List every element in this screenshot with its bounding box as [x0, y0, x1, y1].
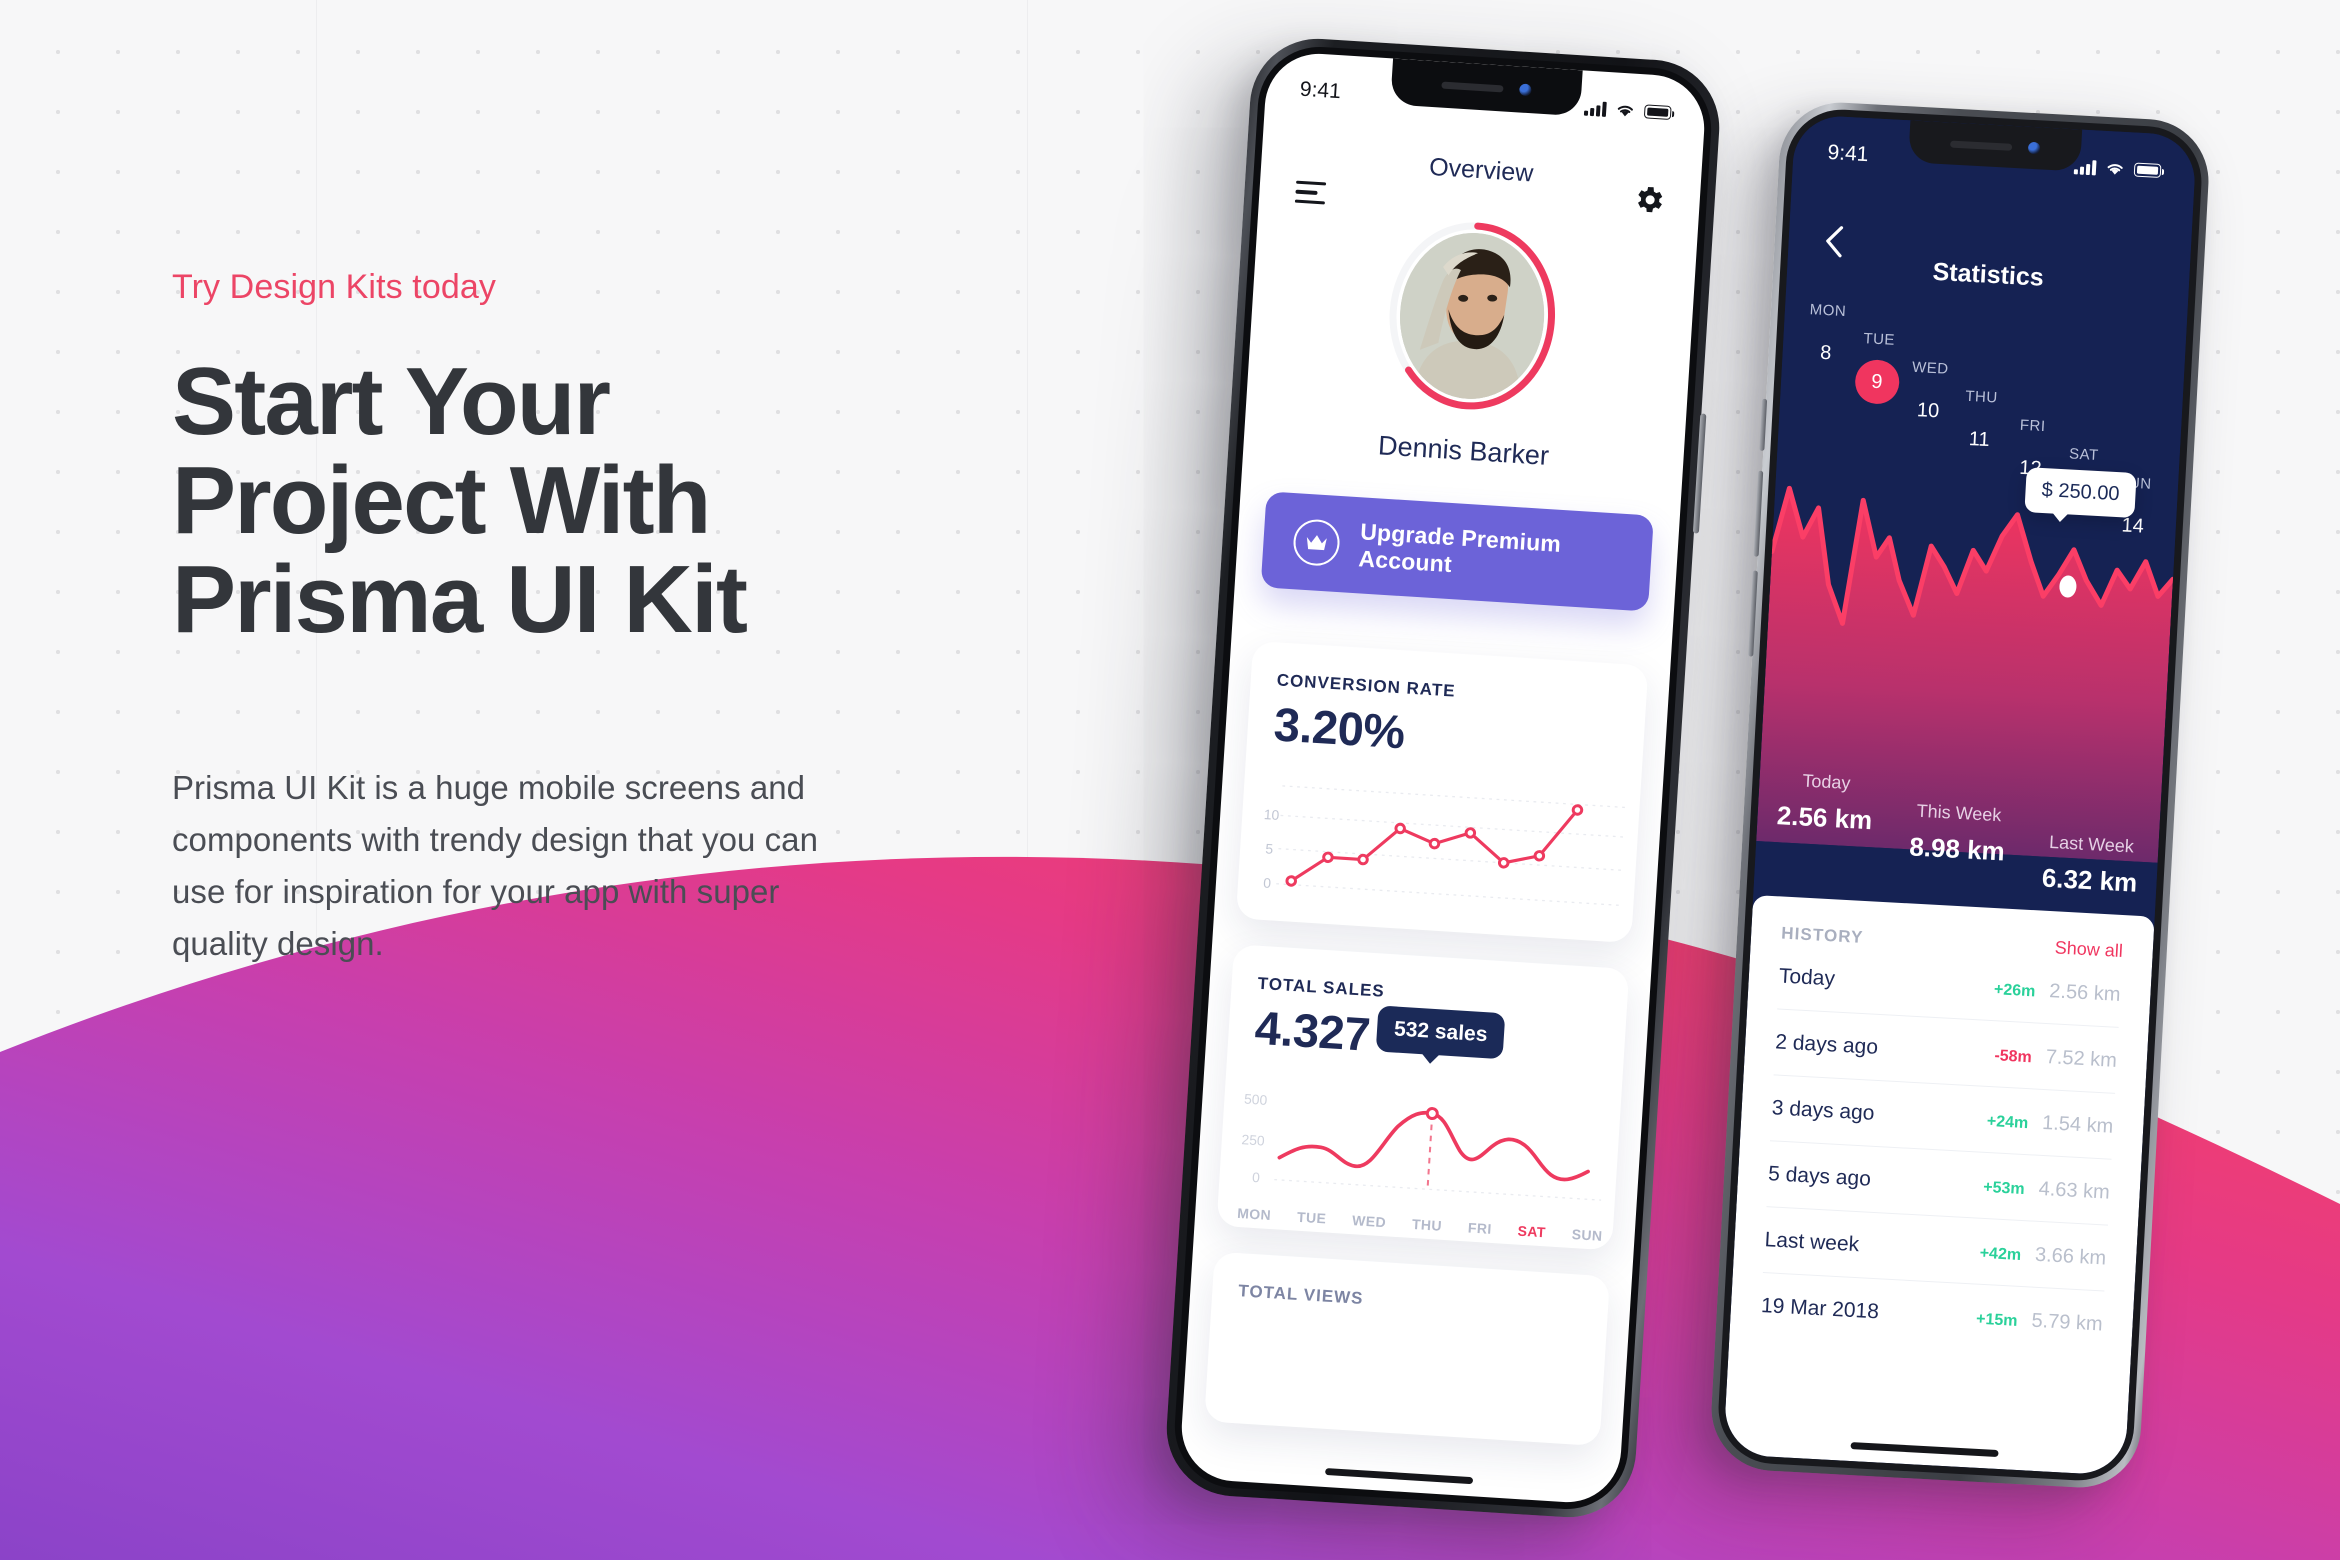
chart-tooltip-amount: $ 250.00: [2024, 467, 2137, 519]
svg-text:500: 500: [1244, 1091, 1268, 1108]
svg-text:0: 0: [1252, 1169, 1261, 1185]
front-camera: [2027, 141, 2041, 155]
history-row-delta: +42m: [1979, 1244, 2022, 1264]
total-sales-card[interactable]: TOTAL SALES 4.327 532 sales 500 250 0 MO…: [1216, 944, 1630, 1251]
cellular-signal-icon: [2073, 159, 2097, 175]
earpiece-speaker: [1441, 81, 1504, 92]
day-number: 9: [1853, 358, 1901, 406]
day-number: 10: [1916, 398, 1940, 422]
day-label: SUN: [1571, 1226, 1603, 1244]
day-of-week-label: WED: [1911, 358, 1950, 378]
summary-value: 8.98 km: [1908, 831, 2006, 867]
page-title: Start Your Project With Prisma UI Kit: [172, 348, 992, 653]
history-row-distance: 2.56 km: [2048, 979, 2122, 1006]
hero-eyebrow: Try Design Kits today: [172, 268, 496, 306]
total-views-card[interactable]: TOTAL VIEWS: [1204, 1251, 1611, 1447]
screen-title-statistics: Statistics: [1931, 257, 2045, 292]
svg-text:5: 5: [1265, 840, 1274, 856]
day-of-week-label: MON: [1809, 301, 1847, 321]
battery-icon: [1643, 104, 1672, 121]
svg-text:10: 10: [1263, 806, 1280, 823]
day-label: THU: [1411, 1215, 1443, 1234]
battery-icon: [2133, 162, 2162, 178]
day-label: TUE: [1296, 1208, 1327, 1227]
history-row-delta: +15m: [1975, 1310, 2018, 1330]
conversion-rate-card[interactable]: CONVERSION RATE 3.20% 10 5 0: [1235, 640, 1649, 944]
history-row-delta: -58m: [1994, 1046, 2033, 1066]
day-label: FRI: [1467, 1219, 1493, 1237]
headline-line-3: Prisma UI Kit: [172, 545, 748, 653]
phone-overview: 9:41 Overview Dennis Barker Upgrade Prem…: [1162, 34, 1724, 1522]
history-row-label: 2 days ago: [1774, 1030, 1879, 1059]
history-row-delta: +53m: [1982, 1178, 2026, 1198]
day-of-week-label: FRI: [2019, 416, 2046, 436]
user-name: Dennis Barker: [1377, 430, 1550, 471]
history-row-label: 3 days ago: [1771, 1096, 1876, 1125]
upgrade-premium-label: Upgrade Premium Account: [1357, 518, 1562, 578]
avatar[interactable]: [1379, 213, 1565, 420]
menu-icon[interactable]: [1294, 180, 1327, 211]
upgrade-premium-button[interactable]: Upgrade Premium Account: [1260, 491, 1654, 612]
history-row-label: Today: [1778, 964, 1836, 991]
gear-icon[interactable]: [1631, 182, 1667, 218]
show-all-link[interactable]: Show all: [2054, 937, 2123, 962]
history-row-distance: 4.63 km: [2038, 1177, 2111, 1204]
history-row-delta: +24m: [1986, 1112, 2029, 1132]
history-row-label: 19 Mar 2018: [1760, 1294, 1880, 1324]
day-label-active: SAT: [1517, 1222, 1547, 1241]
day-number: 8: [1819, 341, 1832, 364]
sales-tooltip: 532 sales: [1375, 1005, 1506, 1060]
crown-icon: [1292, 518, 1341, 567]
phone-back-screen: 9:41 Statistics MON 8 TUE 9 WED 10 THU 1…: [1723, 114, 2197, 1476]
summary-stats-row: Today 2.56 km This Week 8.98 km Last Wee…: [1754, 768, 2162, 910]
day-label: WED: [1351, 1212, 1387, 1231]
history-row-delta: +26m: [1993, 980, 2036, 1000]
history-row-distance: 3.66 km: [2034, 1243, 2107, 1270]
history-row-distance: 1.54 km: [2041, 1111, 2114, 1138]
summary-value: 2.56 km: [1776, 800, 1874, 836]
day-label: MON: [1236, 1204, 1272, 1224]
wifi-icon: [1617, 105, 1633, 116]
hero-copy-block: Try Design Kits today Start Your Project…: [172, 268, 992, 970]
summary-this-week: This Week 8.98 km: [1889, 775, 2027, 868]
front-camera: [1519, 83, 1532, 97]
headline-line-2: Project With: [172, 446, 711, 554]
home-indicator[interactable]: [1325, 1467, 1474, 1485]
day-of-week-label: THU: [1964, 387, 1999, 407]
status-clock: 9:41: [1826, 140, 1869, 167]
wifi-icon: [2107, 163, 2123, 175]
hero-description: Prisma UI Kit is a huge mobile screens a…: [172, 768, 818, 962]
history-row-label: 5 days ago: [1767, 1162, 1872, 1191]
svg-text:250: 250: [1241, 1131, 1265, 1148]
summary-value: 6.32 km: [2041, 862, 2139, 898]
total-views-label: TOTAL VIEWS: [1237, 1281, 1365, 1309]
day-of-week-label: TUE: [1862, 330, 1896, 349]
history-panel: HISTORY Show all Today +26m 2.56 km 2 da…: [1723, 894, 2155, 1476]
history-row-distance: 5.79 km: [2030, 1309, 2104, 1335]
cellular-signal-icon: [1584, 100, 1607, 117]
summary-label: Last Week: [2048, 831, 2135, 857]
history-row-label: Last week: [1764, 1228, 1860, 1257]
summary-last-week: Last Week 6.32 km: [2022, 783, 2162, 900]
history-row-distance: 7.52 km: [2045, 1045, 2118, 1072]
summary-label: This Week: [1916, 800, 2002, 826]
phone-statistics: 9:41 Statistics MON 8 TUE 9 WED 10 THU 1…: [1708, 99, 2212, 1491]
phone-front-screen: 9:41 Overview Dennis Barker Upgrade Prem…: [1178, 50, 1708, 1506]
earpiece-speaker: [1950, 140, 2013, 151]
conversion-rate-chart: 10 5 0: [1252, 772, 1630, 935]
total-sales-chart: 500 250 0: [1234, 1059, 1612, 1220]
status-clock: 9:41: [1299, 77, 1342, 104]
headline-line-1: Start Your: [172, 348, 611, 455]
summary-today: Today 2.56 km: [1757, 768, 1894, 837]
svg-text:0: 0: [1263, 875, 1272, 891]
